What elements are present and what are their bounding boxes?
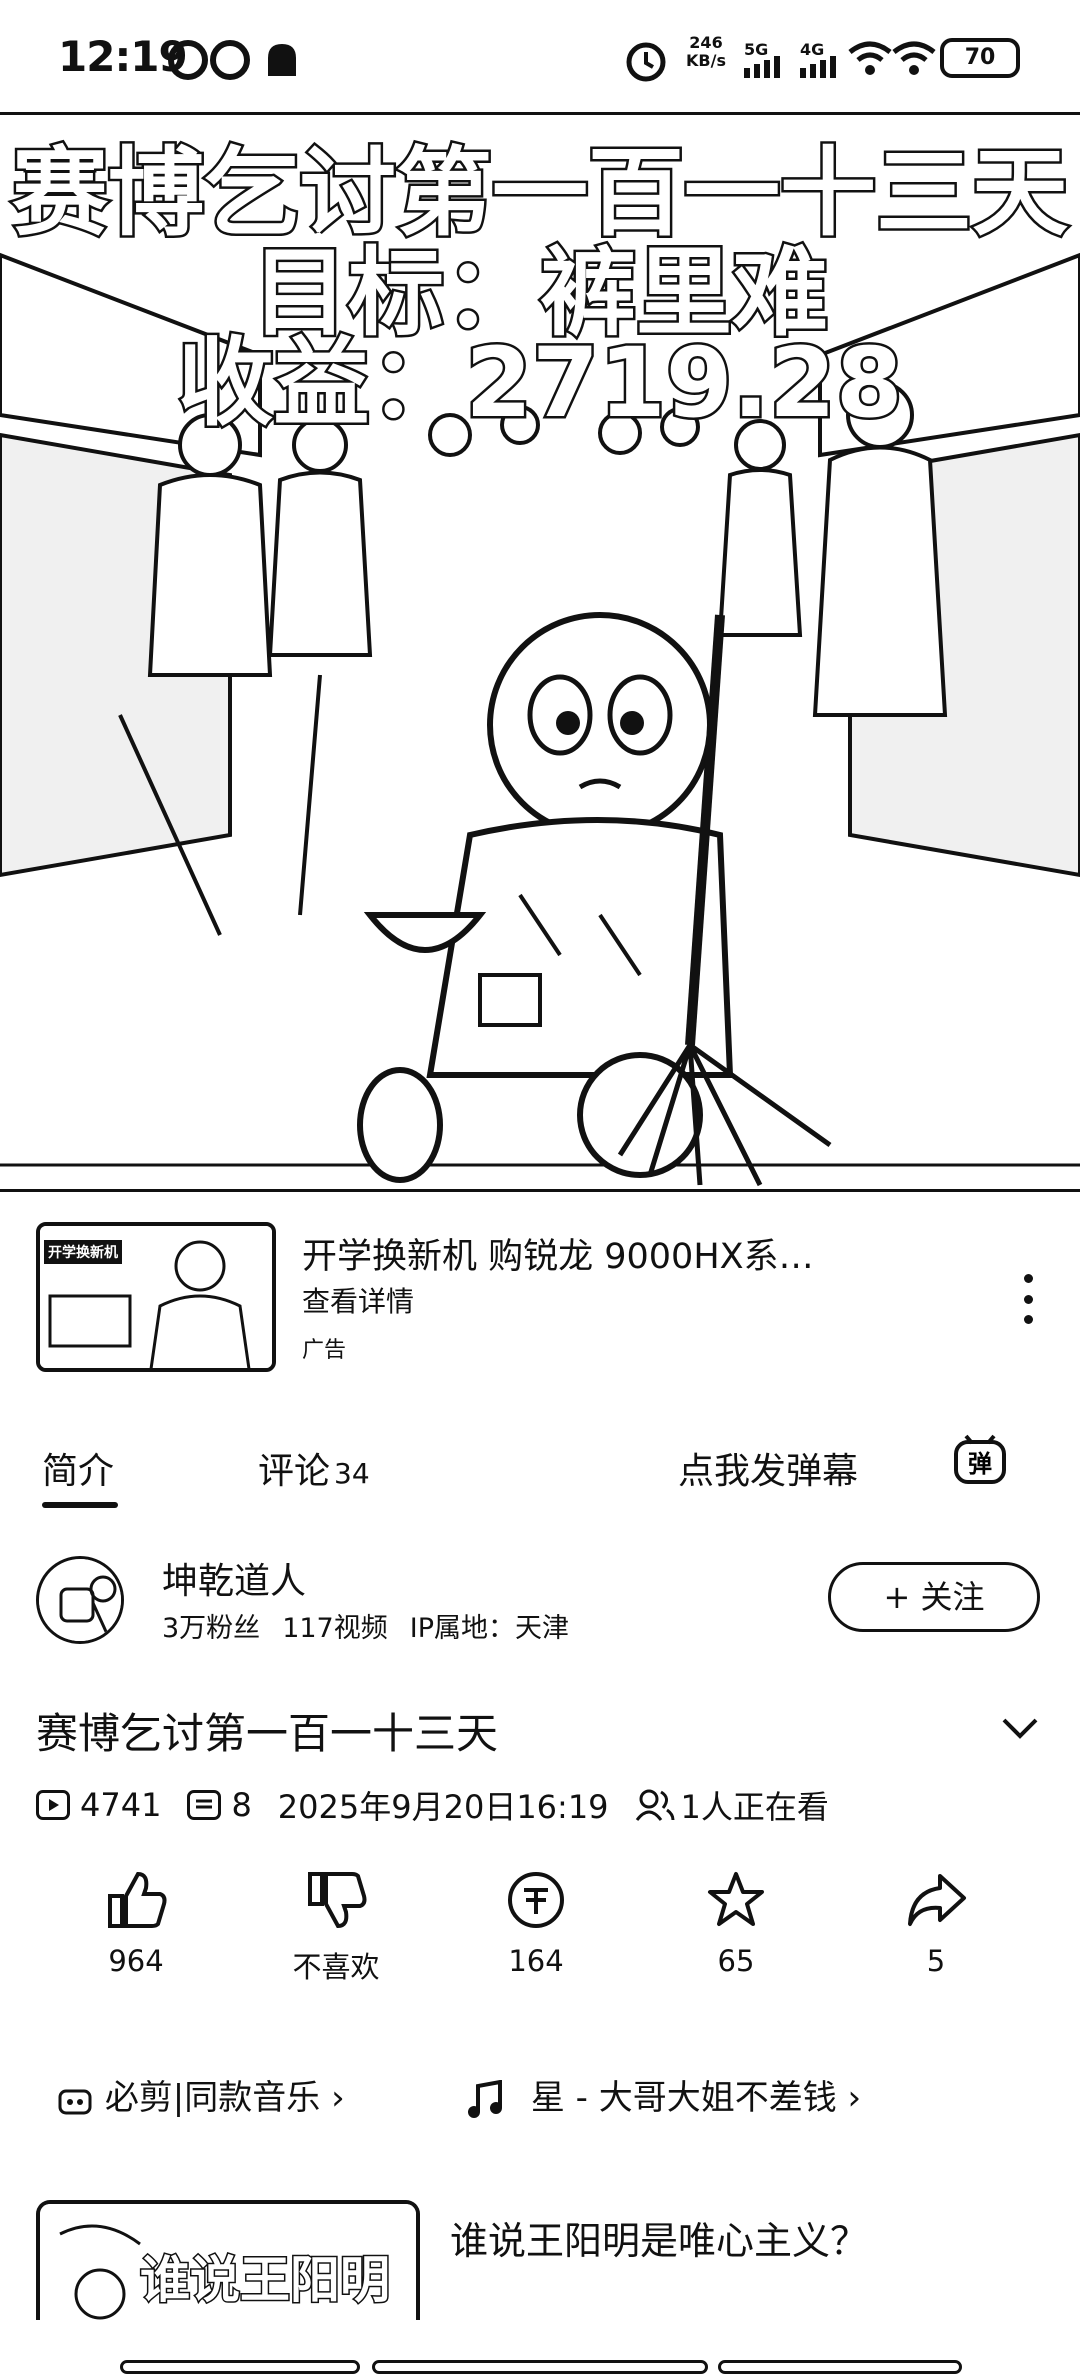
indicator-pill bbox=[372, 2360, 708, 2374]
danmaku-toggle-icon[interactable]: 弹 bbox=[952, 1434, 1008, 1490]
more-options-icon[interactable] bbox=[1018, 1274, 1038, 1324]
battery-indicator: 70 bbox=[940, 38, 1020, 78]
bicut-link[interactable]: 必剪|同款音乐 › bbox=[56, 2070, 345, 2119]
thumbs-up-icon bbox=[108, 1871, 167, 1928]
follow-button[interactable]: + 关注 bbox=[828, 1562, 1040, 1632]
uploader-stats: 3万粉丝 117视频 IP属地：天津 bbox=[162, 1606, 591, 1645]
favorite-button[interactable]: 65 bbox=[656, 1870, 816, 1978]
favorite-count: 65 bbox=[717, 1944, 755, 1978]
send-danmaku-button[interactable]: 点我发弹幕 bbox=[678, 1442, 858, 1494]
ad-thumbnail[interactable]: 开学换新机 bbox=[36, 1222, 276, 1372]
wifi-icon bbox=[848, 41, 936, 75]
music-row: 必剪|同款音乐 › 星 - 大哥大姐不差钱 › bbox=[56, 2070, 1056, 2130]
recommended-video[interactable]: 谁说王阳明 谁说王阳明是唯心主义？ bbox=[36, 2200, 1044, 2320]
tab-indicator bbox=[42, 1502, 118, 1508]
video-meta: 4741 8 2025年9月20日16:19 1人正在看 bbox=[36, 1782, 829, 1828]
ad-card[interactable]: 开学换新机 开学换新机 购锐龙 9000HX系… 查看详情 广告 bbox=[36, 1222, 1044, 1382]
viewers-icon bbox=[635, 1789, 675, 1821]
dislike-label: 不喜欢 bbox=[292, 1950, 380, 1984]
tab-comments-label: 评论 bbox=[258, 1451, 331, 1492]
app-notification-icons bbox=[168, 40, 296, 80]
net-rate-value: 246 bbox=[689, 33, 723, 52]
overlay-earnings: 收益：2719.28 bbox=[175, 325, 905, 442]
thumbs-down-icon bbox=[308, 1872, 367, 1929]
danmaku-toggle-char: 弹 bbox=[968, 1450, 992, 1478]
publish-datetime: 2025年9月20日16:19 bbox=[277, 1788, 609, 1826]
dislike-button[interactable]: 不喜欢 bbox=[256, 1870, 416, 1986]
recommended-thumbnail-text: 谁说王阳明 bbox=[139, 2250, 392, 2311]
net-rate: 246 KB/s bbox=[682, 34, 730, 70]
coin-count: 164 bbox=[508, 1944, 564, 1978]
indicator-pill bbox=[718, 2360, 962, 2374]
song-title: 星 - 大哥大姐不差钱 bbox=[530, 2078, 837, 2118]
coin-icon bbox=[508, 1872, 564, 1928]
ip-location: IP属地：天津 bbox=[409, 1613, 569, 1644]
share-icon bbox=[908, 1874, 966, 1926]
danmaku-count-icon bbox=[187, 1790, 222, 1820]
tab-intro[interactable]: 简介 bbox=[42, 1442, 114, 1494]
status-bar: 12:19 246 KB/s 5G 4G 70 bbox=[0, 0, 1080, 115]
music-note-icon bbox=[468, 2079, 502, 2118]
recommended-title[interactable]: 谁说王阳明是唯心主义？ bbox=[450, 2210, 868, 2265]
fans-count: 3万粉丝 bbox=[162, 1613, 261, 1644]
ad-thumbnail-label: 开学换新机 bbox=[44, 1240, 122, 1264]
danmaku-count: 8 bbox=[231, 1786, 252, 1824]
ad-title[interactable]: 开学换新机 购锐龙 9000HX系… bbox=[302, 1228, 882, 1279]
video-count: 117视频 bbox=[282, 1613, 388, 1644]
like-count: 964 bbox=[108, 1944, 164, 1978]
coin-button[interactable]: 164 bbox=[456, 1870, 616, 1978]
detail-tabs: 简介 评论 34 点我发弹幕 弹 bbox=[0, 1420, 1080, 1510]
tab-comments[interactable]: 评论 34 bbox=[258, 1442, 370, 1494]
play-count: 4741 bbox=[80, 1786, 162, 1824]
star-icon bbox=[708, 1872, 764, 1926]
chevron-right-icon: › bbox=[847, 2078, 862, 2118]
chevron-right-icon: › bbox=[331, 2078, 345, 2118]
action-bar: 964 不喜欢 164 65 5 bbox=[0, 1870, 1080, 1990]
tab-comments-count: 34 bbox=[334, 1457, 370, 1490]
uploader-name[interactable]: 坤乾道人 bbox=[162, 1552, 306, 1604]
bicut-label: 必剪|同款音乐 bbox=[104, 2078, 321, 2118]
tab-intro-label: 简介 bbox=[42, 1451, 115, 1492]
bottom-indicator bbox=[0, 2356, 1080, 2376]
indicator-pill bbox=[120, 2360, 360, 2374]
song-link[interactable]: 星 - 大哥大姐不差钱 › bbox=[466, 2070, 861, 2120]
chevron-down-icon[interactable] bbox=[1000, 1708, 1040, 1748]
uploader-row: 坤乾道人 3万粉丝 117视频 IP属地：天津 + 关注 bbox=[36, 1550, 1044, 1650]
ad-tag: 广告 bbox=[302, 1338, 347, 1363]
play-count-icon bbox=[36, 1790, 70, 1820]
video-player[interactable]: 赛博乞讨第一百一十三天 目标：裤里难 收益：2719.28 bbox=[0, 112, 1080, 1192]
watching-count: 1人正在看 bbox=[680, 1788, 829, 1826]
video-title: 赛博乞讨第一百一十三天 bbox=[36, 1709, 499, 1758]
ad-details-link[interactable]: 查看详情 bbox=[302, 1280, 414, 1320]
bicut-icon bbox=[58, 2089, 92, 2114]
recommended-thumbnail[interactable]: 谁说王阳明 bbox=[36, 2200, 420, 2320]
share-button[interactable]: 5 bbox=[856, 1870, 1016, 1978]
avatar[interactable] bbox=[36, 1556, 124, 1644]
share-count: 5 bbox=[926, 1944, 946, 1978]
like-button[interactable]: 964 bbox=[56, 1870, 216, 1978]
net-rate-unit: KB/s bbox=[686, 51, 726, 70]
sim1-signal-icon bbox=[744, 56, 780, 78]
alarm-icon bbox=[626, 42, 666, 82]
sim2-signal-icon bbox=[800, 56, 836, 78]
